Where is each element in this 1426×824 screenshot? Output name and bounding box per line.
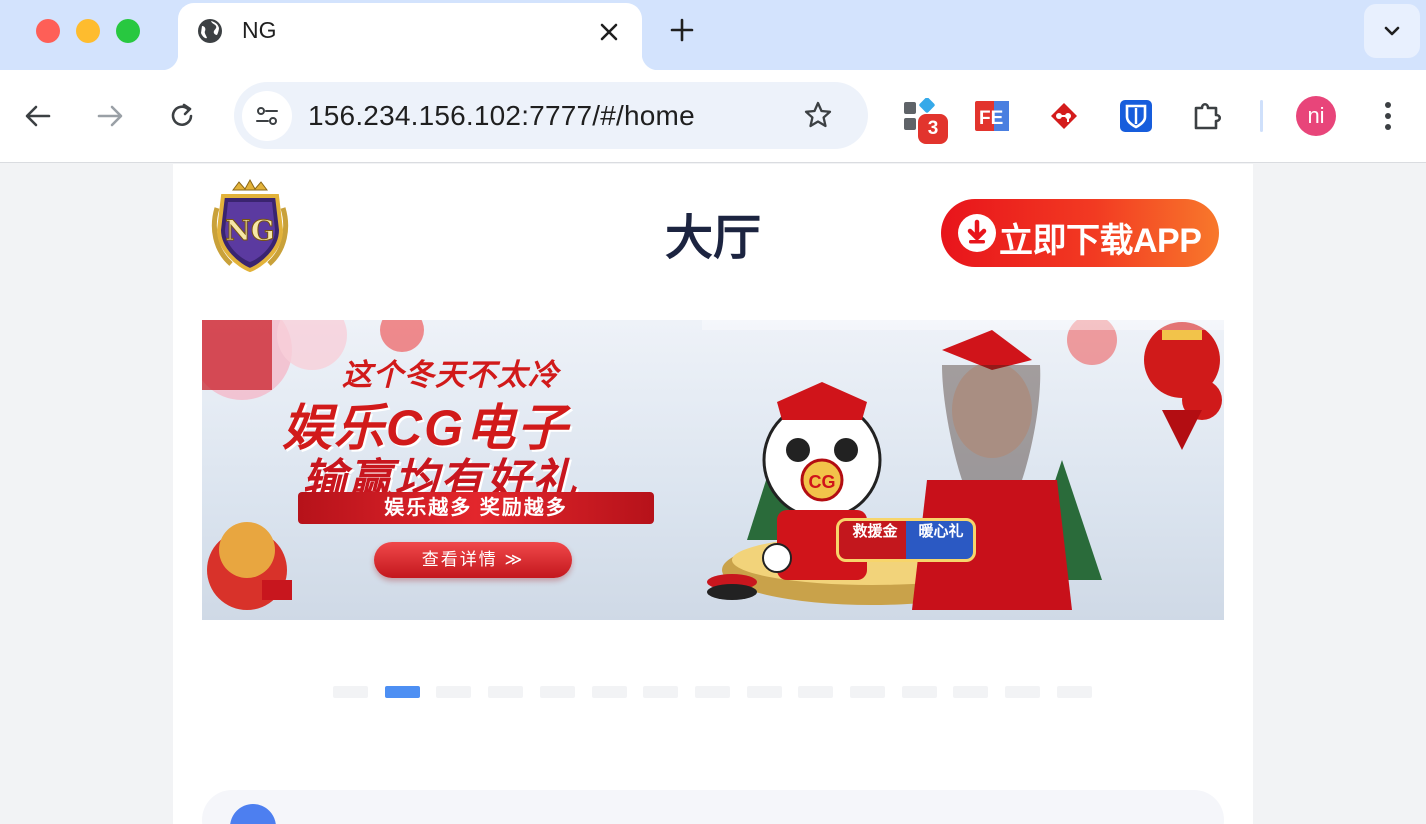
- tab-search-button[interactable]: [1364, 4, 1420, 58]
- carousel-dot[interactable]: [1056, 686, 1092, 698]
- carousel-dot[interactable]: [539, 686, 575, 698]
- carousel-dot[interactable]: [384, 686, 420, 698]
- carousel-dot[interactable]: [1005, 686, 1041, 698]
- carousel-dot[interactable]: [901, 686, 937, 698]
- extension-badge: 3: [918, 114, 948, 144]
- tab-active[interactable]: NG: [162, 3, 658, 70]
- mascot-badge: CG: [809, 472, 836, 492]
- plus-icon[interactable]: [668, 16, 696, 44]
- tab-strip: NG: [0, 0, 1426, 70]
- carousel-dot[interactable]: [436, 686, 472, 698]
- carousel-dot[interactable]: [746, 686, 782, 698]
- toolbar-divider: [1260, 100, 1263, 132]
- fe-extension-icon[interactable]: FE: [974, 98, 1010, 134]
- tune-icon: [256, 107, 278, 125]
- banner-bonus-badge: 救援金 暖心礼: [836, 518, 976, 562]
- carousel-dot[interactable]: [798, 686, 834, 698]
- site-info-button[interactable]: [242, 91, 292, 141]
- profile-avatar[interactable]: ni: [1296, 96, 1336, 136]
- window-maximize-button[interactable]: [116, 19, 140, 43]
- megaphone-icon: [230, 804, 276, 824]
- window-close-button[interactable]: [36, 19, 60, 43]
- puzzle-icon[interactable]: [1190, 98, 1226, 134]
- arrow-left-icon[interactable]: [22, 100, 54, 132]
- close-icon[interactable]: [596, 19, 622, 45]
- bitwarden-icon[interactable]: [1118, 98, 1154, 134]
- carousel-dot[interactable]: [694, 686, 730, 698]
- url-text[interactable]: 156.234.156.102:7777/#/home: [308, 100, 695, 132]
- globe-icon: [198, 19, 222, 43]
- chevron-down-icon: [1384, 26, 1400, 36]
- mascot-text: CG: [809, 472, 836, 492]
- banner-details-button[interactable]: 查看详情 ≫: [374, 542, 572, 578]
- download-icon: [958, 214, 996, 252]
- page-container: NG 大厅 立即下载APP 这个冬天不太冷 娱乐CG电子 输赢均有好礼 娱乐越多…: [173, 164, 1253, 824]
- notice-bar[interactable]: [202, 790, 1224, 824]
- tab-title: NG: [242, 17, 277, 43]
- carousel-dot[interactable]: [643, 686, 679, 698]
- kebab-menu-icon[interactable]: [1376, 98, 1400, 134]
- window-minimize-button[interactable]: [76, 19, 100, 43]
- download-app-label: 立即下载APP: [999, 222, 1202, 260]
- bonus-right-text: 暖心礼: [918, 523, 964, 540]
- banner-tagline-text: 娱乐越多 奖励越多: [384, 497, 568, 519]
- promo-banner[interactable]: 这个冬天不太冷 娱乐CG电子 输赢均有好礼 娱乐越多 奖励越多 查看详情 ≫ 救…: [202, 320, 1224, 620]
- bonus-left-text: 救援金: [852, 523, 898, 540]
- download-app-button[interactable]: 立即下载APP: [941, 199, 1219, 267]
- browser-toolbar: 156.234.156.102:7777/#/home FE: [0, 70, 1426, 163]
- carousel-indicators: [333, 686, 1093, 698]
- carousel-dot[interactable]: [333, 686, 368, 698]
- banner-tagline: 娱乐越多 奖励越多: [298, 492, 654, 524]
- git-extension-icon[interactable]: [1046, 98, 1082, 134]
- arrow-right-icon[interactable]: [94, 100, 126, 132]
- carousel-dot[interactable]: [591, 686, 627, 698]
- svg-text:FE: FE: [979, 108, 1003, 129]
- carousel-dot[interactable]: [850, 686, 885, 698]
- address-bar[interactable]: 156.234.156.102:7777/#/home: [234, 82, 868, 149]
- star-icon[interactable]: [802, 99, 834, 131]
- reload-icon[interactable]: [166, 100, 198, 132]
- carousel-dot[interactable]: [953, 686, 989, 698]
- carousel-dot[interactable]: [488, 686, 524, 698]
